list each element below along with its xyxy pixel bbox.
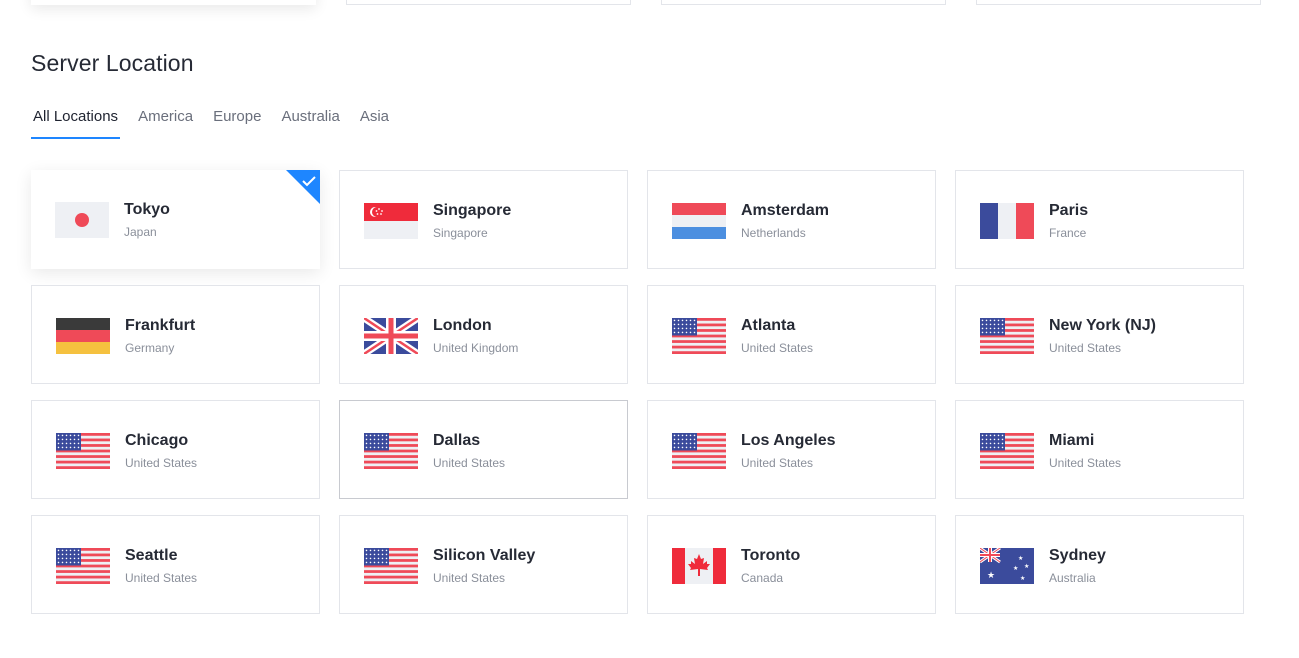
- section-title: Server Location: [31, 50, 194, 76]
- svg-text:★: ★: [1024, 563, 1029, 570]
- svg-text:★: ★: [987, 571, 995, 581]
- location-card-tokyo[interactable]: Tokyo Japan: [31, 170, 320, 269]
- japan-flag-icon: [55, 202, 109, 238]
- uk-flag-icon: [364, 318, 418, 354]
- location-country: United States: [125, 571, 198, 585]
- location-card-los-angeles[interactable]: Los Angeles United States: [647, 400, 936, 499]
- location-city: Tokyo: [124, 201, 170, 218]
- svg-text:★: ★: [1018, 555, 1023, 562]
- us-flag-icon: [364, 433, 418, 469]
- us-flag-icon: [672, 433, 726, 469]
- netherlands-flag-icon: [672, 203, 726, 239]
- location-card-seattle[interactable]: Seattle United States: [31, 515, 320, 614]
- location-city: Toronto: [741, 547, 801, 564]
- location-city: Los Angeles: [741, 432, 836, 449]
- location-country: United States: [433, 571, 506, 585]
- us-flag-icon: [56, 548, 110, 584]
- us-flag-icon: [980, 433, 1034, 469]
- us-flag-icon: [364, 548, 418, 584]
- location-card-frankfurt[interactable]: Frankfurt Germany: [31, 285, 320, 384]
- location-tabs: All Locations America Europe Australia A…: [31, 108, 407, 139]
- location-city: Miami: [1049, 432, 1095, 449]
- france-flag-icon: [980, 203, 1034, 239]
- location-card-miami[interactable]: Miami United States: [955, 400, 1244, 499]
- tab-america[interactable]: America: [136, 108, 195, 139]
- location-country: United States: [433, 456, 506, 470]
- location-city: Seattle: [125, 547, 178, 564]
- location-country: United States: [1049, 456, 1122, 470]
- location-city: Chicago: [125, 432, 189, 449]
- location-city: New York (NJ): [1049, 317, 1156, 334]
- tab-australia[interactable]: Australia: [279, 108, 341, 139]
- location-card-new-york[interactable]: New York (NJ) United States: [955, 285, 1244, 384]
- australia-flag-icon: ★ ★ ★ ★ ★: [980, 548, 1034, 584]
- tab-europe[interactable]: Europe: [211, 108, 263, 139]
- svg-text:★: ★: [1020, 575, 1025, 582]
- location-country: Germany: [125, 341, 175, 355]
- location-card-amsterdam[interactable]: Amsterdam Netherlands: [647, 170, 936, 269]
- location-country: Netherlands: [741, 226, 806, 240]
- location-country: Japan: [124, 225, 157, 239]
- location-card-atlanta[interactable]: Atlanta United States: [647, 285, 936, 384]
- tab-asia[interactable]: Asia: [358, 108, 391, 139]
- top-option-card-4[interactable]: [976, 0, 1261, 5]
- location-country: France: [1049, 226, 1087, 240]
- location-city: London: [433, 317, 492, 334]
- location-city: Amsterdam: [741, 202, 830, 219]
- location-card-dallas[interactable]: Dallas United States: [339, 400, 628, 499]
- location-country: United States: [741, 456, 814, 470]
- location-card-london[interactable]: London United Kingdom: [339, 285, 628, 384]
- location-city: Paris: [1049, 202, 1089, 219]
- location-card-toronto[interactable]: Toronto Canada: [647, 515, 936, 614]
- germany-flag-icon: [56, 318, 110, 354]
- location-city: Silicon Valley: [433, 547, 536, 564]
- location-country: United States: [741, 341, 814, 355]
- location-card-singapore[interactable]: Singapore Singapore: [339, 170, 628, 269]
- location-country: Canada: [741, 571, 784, 585]
- selected-check-icon: [286, 170, 320, 204]
- location-country: Singapore: [433, 226, 488, 240]
- location-country: United Kingdom: [433, 341, 519, 355]
- tab-all-locations[interactable]: All Locations: [31, 108, 121, 139]
- top-option-card-3[interactable]: [661, 0, 946, 5]
- us-flag-icon: [56, 433, 110, 469]
- location-city: Frankfurt: [125, 317, 196, 334]
- svg-text:★: ★: [1013, 565, 1018, 572]
- canada-flag-icon: [672, 548, 726, 584]
- location-country: United States: [1049, 341, 1122, 355]
- location-card-chicago[interactable]: Chicago United States: [31, 400, 320, 499]
- location-city: Sydney: [1049, 547, 1106, 564]
- us-flag-icon: [672, 318, 726, 354]
- top-option-card-1[interactable]: [31, 0, 316, 5]
- singapore-flag-icon: [364, 203, 418, 239]
- location-city: Singapore: [433, 202, 512, 219]
- top-option-card-2[interactable]: [346, 0, 631, 5]
- location-card-paris[interactable]: Paris France: [955, 170, 1244, 269]
- location-country: United States: [125, 456, 198, 470]
- location-card-silicon-valley[interactable]: Silicon Valley United States: [339, 515, 628, 614]
- location-city: Dallas: [433, 432, 481, 449]
- location-card-sydney[interactable]: ★ ★ ★ ★ ★ Sydney Australia: [955, 515, 1244, 614]
- us-flag-icon: [980, 318, 1034, 354]
- location-city: Atlanta: [741, 317, 796, 334]
- location-country: Australia: [1049, 571, 1096, 585]
